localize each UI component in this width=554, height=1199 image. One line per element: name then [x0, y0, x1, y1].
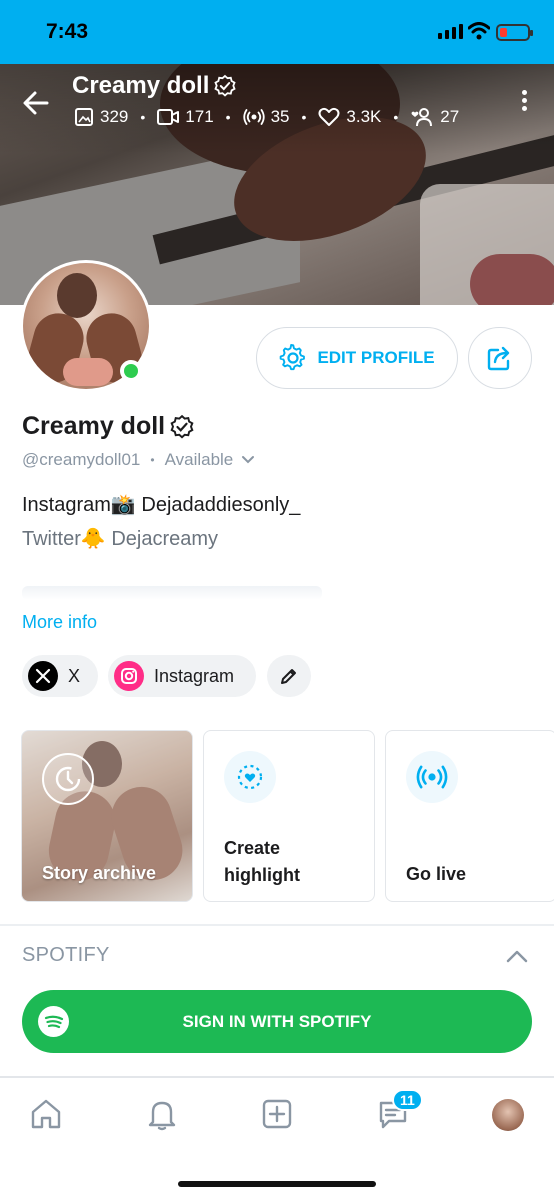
- spotify-section-heading: SPOTIFY: [22, 944, 110, 966]
- wifi-icon: [468, 22, 490, 40]
- availability-label: Available: [164, 450, 234, 469]
- profile-avatar-tab[interactable]: [492, 1099, 524, 1131]
- create-highlight-label: Create highlight: [224, 835, 300, 889]
- fans-icon: [411, 108, 433, 127]
- more-options-icon[interactable]: [516, 88, 532, 118]
- photos-stat: 329: [74, 107, 128, 127]
- bio-fade-overlay: [22, 586, 322, 600]
- photos-count: 329: [100, 107, 129, 126]
- chevron-down-icon: [242, 456, 255, 464]
- clock-history-icon: [42, 753, 94, 805]
- back-arrow-icon[interactable]: [20, 87, 52, 119]
- more-info-link[interactable]: More info: [22, 612, 97, 633]
- go-live-card[interactable]: Go live: [385, 730, 554, 902]
- social-link-instagram-label: Instagram: [154, 665, 235, 686]
- status-bar: 7:43: [0, 0, 554, 64]
- header-stats: 329 • 171 • 35 • 3.3K • 27: [74, 107, 459, 127]
- share-profile-button[interactable]: [468, 327, 532, 389]
- image-icon: [75, 108, 93, 126]
- streams-count: 35: [270, 107, 290, 126]
- live-stream-icon: [406, 751, 458, 803]
- status-time: 7:43: [46, 20, 89, 43]
- create-highlight-card[interactable]: Create highlight: [203, 730, 375, 902]
- social-link-x-label: X: [68, 665, 81, 686]
- add-post-icon[interactable]: [257, 1094, 297, 1134]
- tab-bar-divider: [0, 1076, 554, 1078]
- streams-stat: 35: [242, 107, 290, 127]
- edit-profile-button[interactable]: EDIT PROFILE: [256, 327, 458, 389]
- videos-stat: 171: [157, 107, 214, 127]
- header-title-text: Creamy doll: [72, 72, 210, 99]
- heart-icon: [318, 107, 340, 126]
- go-live-label: Go live: [406, 864, 467, 884]
- fans-count: 27: [440, 107, 460, 126]
- gear-icon: [280, 344, 306, 371]
- bell-icon[interactable]: [142, 1094, 182, 1134]
- x-logo-icon: [28, 661, 58, 691]
- highlight-heart-icon: [224, 751, 276, 803]
- home-indicator: [178, 1181, 376, 1187]
- battery-icon: [496, 24, 533, 41]
- verified-badge-icon: [214, 74, 237, 97]
- header-title: Creamy doll: [72, 72, 237, 100]
- pencil-icon: [281, 669, 296, 684]
- sign-in-spotify-label: SIGN IN WITH SPOTIFY: [182, 1011, 372, 1031]
- profile-handle: @creamydoll01: [22, 450, 141, 469]
- sign-in-spotify-button[interactable]: SIGN IN WITH SPOTIFY: [22, 990, 532, 1053]
- story-archive-card[interactable]: Story archive: [21, 730, 193, 902]
- videos-count: 171: [185, 107, 214, 126]
- social-link-x[interactable]: X: [22, 655, 98, 697]
- bio-line-1: Instagram📸 Dejadaddiesonly_: [22, 494, 301, 516]
- verified-badge-icon: [170, 414, 194, 438]
- edit-profile-label: EDIT PROFILE: [317, 348, 435, 367]
- handle-row: @creamydoll01 • Available: [22, 450, 255, 470]
- story-archive-label: Story archive: [42, 863, 157, 883]
- profile-name-text: Creamy doll: [22, 412, 166, 440]
- fans-stat: 27: [410, 107, 459, 127]
- edit-social-links-button[interactable]: [267, 655, 311, 697]
- likes-stat: 3.3K: [318, 107, 381, 127]
- availability-dropdown[interactable]: Available: [165, 450, 256, 470]
- messages-badge: 11: [392, 1089, 423, 1111]
- home-icon[interactable]: [26, 1094, 66, 1134]
- live-stream-icon: [242, 109, 265, 125]
- chevron-up-icon[interactable]: [505, 946, 529, 966]
- instagram-logo-icon: [114, 661, 144, 691]
- create-highlight-line-1: Create: [224, 838, 281, 858]
- spotify-logo-icon: [38, 1006, 69, 1037]
- cellular-signal-icon: [438, 24, 463, 39]
- create-highlight-line-2: highlight: [224, 865, 300, 885]
- bio-line-2: Twitter🐥 Dejacreamy: [22, 528, 219, 550]
- social-link-instagram[interactable]: Instagram: [108, 655, 256, 697]
- profile-name: Creamy doll: [22, 412, 195, 441]
- video-icon: [157, 109, 180, 125]
- online-status-indicator: [120, 360, 142, 382]
- likes-count: 3.3K: [346, 107, 382, 126]
- section-divider: [0, 924, 554, 926]
- share-icon: [487, 346, 510, 371]
